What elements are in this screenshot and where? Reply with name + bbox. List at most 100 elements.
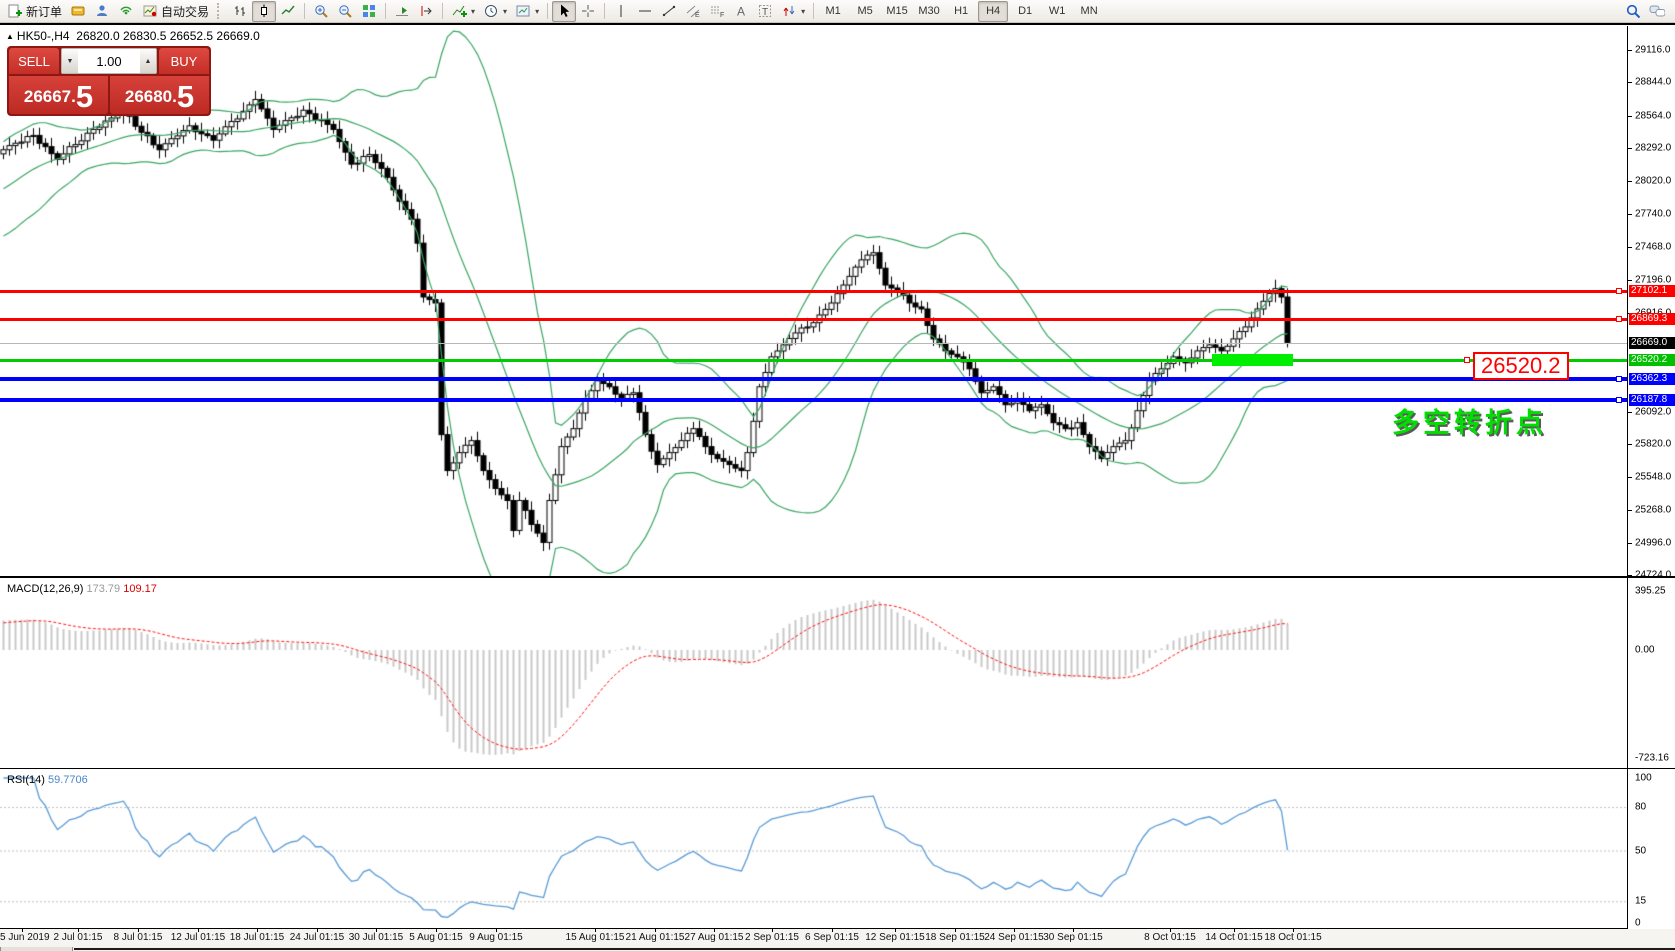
rsi-canvas[interactable] — [0, 769, 1627, 929]
search-button[interactable] — [1621, 1, 1645, 22]
volume-decrease-button[interactable]: ▼ — [62, 49, 78, 73]
toolbar-separator — [385, 3, 386, 19]
bar-chart-type-button[interactable] — [228, 1, 252, 22]
one-click-panel-arrow[interactable]: ▲ — [6, 32, 14, 41]
add-indicator-icon — [451, 3, 467, 19]
channel-tool-button[interactable]: E — [681, 1, 705, 22]
line-anchor-handle[interactable] — [1616, 397, 1622, 403]
tile-windows-button[interactable] — [357, 1, 381, 22]
buy-price-main: 26680 — [125, 82, 172, 112]
auto-scroll-button[interactable] — [390, 1, 414, 22]
date-label: 9 Aug 01:15 — [469, 932, 522, 943]
price-tick-mark — [1628, 116, 1632, 117]
zoom-in-button[interactable] — [309, 1, 333, 22]
fibonacci-tool-button[interactable]: F — [705, 1, 729, 22]
price-tick-mark — [1628, 82, 1632, 83]
candlestick-type-button[interactable] — [252, 1, 276, 22]
timeframe-W1[interactable]: W1 — [1042, 1, 1072, 22]
turning-point-annotation[interactable]: 多空转折点 — [1392, 401, 1547, 440]
dropdown-caret: ▾ — [535, 7, 539, 16]
timeframe-M5[interactable]: M5 — [850, 1, 880, 22]
rsi-axis-label: 15 — [1635, 896, 1646, 907]
timeframe-H1[interactable]: H1 — [946, 1, 976, 22]
green-highlight-rectangle[interactable] — [1212, 354, 1293, 366]
price-tick-mark — [1628, 412, 1632, 413]
auto-trading-button[interactable]: 自动交易 — [138, 1, 213, 22]
price-tick-label: 29116.0 — [1635, 44, 1670, 55]
price-tick-mark — [1628, 280, 1632, 281]
date-label: 15 Aug 01:15 — [566, 932, 625, 943]
label-tool-button[interactable]: T — [753, 1, 777, 22]
zoom-out-icon — [337, 3, 353, 19]
buy-button[interactable]: BUY — [159, 48, 209, 74]
macd-axis: 395.250.00-723.16 — [1627, 578, 1675, 768]
periods-button[interactable]: ▾ — [479, 1, 511, 22]
price-tag-26669.0: 26669.0 — [1629, 337, 1675, 349]
chart-shift-button[interactable] — [414, 1, 438, 22]
volume-increase-button[interactable]: ▲ — [140, 49, 156, 73]
text-tool-button[interactable]: A — [729, 1, 753, 22]
line-anchor-handle[interactable] — [1616, 376, 1622, 382]
chat-button[interactable] — [1645, 1, 1669, 22]
svg-text:E: E — [695, 12, 700, 19]
horizontal-line-27102.1[interactable] — [0, 290, 1627, 293]
date-label: 18 Jul 01:15 — [230, 932, 285, 943]
templates-button[interactable]: ▾ — [511, 1, 543, 22]
vertical-line-tool-button[interactable] — [609, 1, 633, 22]
vertical-line-icon — [613, 3, 629, 19]
volume-input[interactable] — [78, 49, 140, 73]
price-tick-label: 25820.0 — [1635, 439, 1671, 450]
date-label: 6 Sep 01:15 — [805, 932, 859, 943]
cursor-tool-button[interactable] — [552, 1, 576, 22]
text-label-icon: T — [757, 3, 773, 19]
template-icon — [515, 3, 531, 19]
horizontal-line-tool-button[interactable] — [633, 1, 657, 22]
timeframe-MN[interactable]: MN — [1074, 1, 1104, 22]
zoom-out-button[interactable] — [333, 1, 357, 22]
price-tag-26520.2: 26520.2 — [1629, 354, 1675, 366]
horizontal-line-26187.8[interactable] — [0, 398, 1627, 402]
price-tick-label: 27196.0 — [1635, 274, 1671, 285]
chart-title: ▲HK50-,H4 26820.0 26830.5 26652.5 26669.… — [6, 29, 260, 43]
sell-button[interactable]: SELL — [9, 48, 59, 74]
new-order-button[interactable]: 新订单 — [3, 1, 66, 22]
price-tag-27102.1: 27102.1 — [1629, 285, 1675, 297]
price-tick-label: 27740.0 — [1635, 209, 1671, 220]
price-tick-mark — [1628, 50, 1632, 51]
line-chart-type-button[interactable] — [276, 1, 300, 22]
timeframe-M30[interactable]: M30 — [914, 1, 944, 22]
macd-canvas[interactable] — [0, 578, 1627, 768]
horizontal-line-26869.3[interactable] — [0, 318, 1627, 321]
line-chart-icon — [280, 3, 296, 19]
timeframe-D1[interactable]: D1 — [1010, 1, 1040, 22]
market-watch-button[interactable] — [66, 1, 90, 22]
horizontal-line-26669.0[interactable] — [0, 343, 1627, 344]
macd-pane: MACD(12,26,9) 173.79 109.17 395.250.00-7… — [0, 576, 1675, 768]
volume-stepper: ▼ ▲ — [61, 48, 157, 74]
price-tick-mark — [1628, 510, 1632, 511]
candlestick-icon — [256, 3, 272, 19]
date-label: 21 Aug 01:15 — [626, 932, 685, 943]
horizontal-line-26520.2[interactable] — [0, 359, 1627, 362]
signals-button[interactable] — [114, 1, 138, 22]
date-label: 30 Jul 01:15 — [349, 932, 404, 943]
label-anchor-handle[interactable] — [1464, 357, 1470, 363]
dropdown-caret: ▾ — [471, 7, 475, 16]
date-label: 18 Sep 01:15 — [925, 932, 985, 943]
line-anchor-handle[interactable] — [1616, 288, 1622, 294]
buy-price-display[interactable]: 26680.5 — [110, 76, 209, 114]
timeframe-M15[interactable]: M15 — [882, 1, 912, 22]
crosshair-tool-button[interactable] — [576, 1, 600, 22]
horizontal-line-26362.3[interactable] — [0, 377, 1627, 381]
add-indicator-button[interactable]: ▾ — [447, 1, 479, 22]
arrows-tool-button[interactable]: ▾ — [777, 1, 809, 22]
sell-price-display[interactable]: 26667.5 — [9, 76, 108, 114]
toolbar-separator — [442, 3, 443, 19]
price-chart-canvas[interactable] — [0, 26, 1627, 576]
trendline-tool-button[interactable] — [657, 1, 681, 22]
line-anchor-handle[interactable] — [1616, 316, 1622, 322]
navigator-button[interactable] — [90, 1, 114, 22]
timeframe-M1[interactable]: M1 — [818, 1, 848, 22]
level-price-label[interactable]: 26520.2 — [1473, 352, 1569, 380]
timeframe-H4[interactable]: H4 — [978, 1, 1008, 22]
